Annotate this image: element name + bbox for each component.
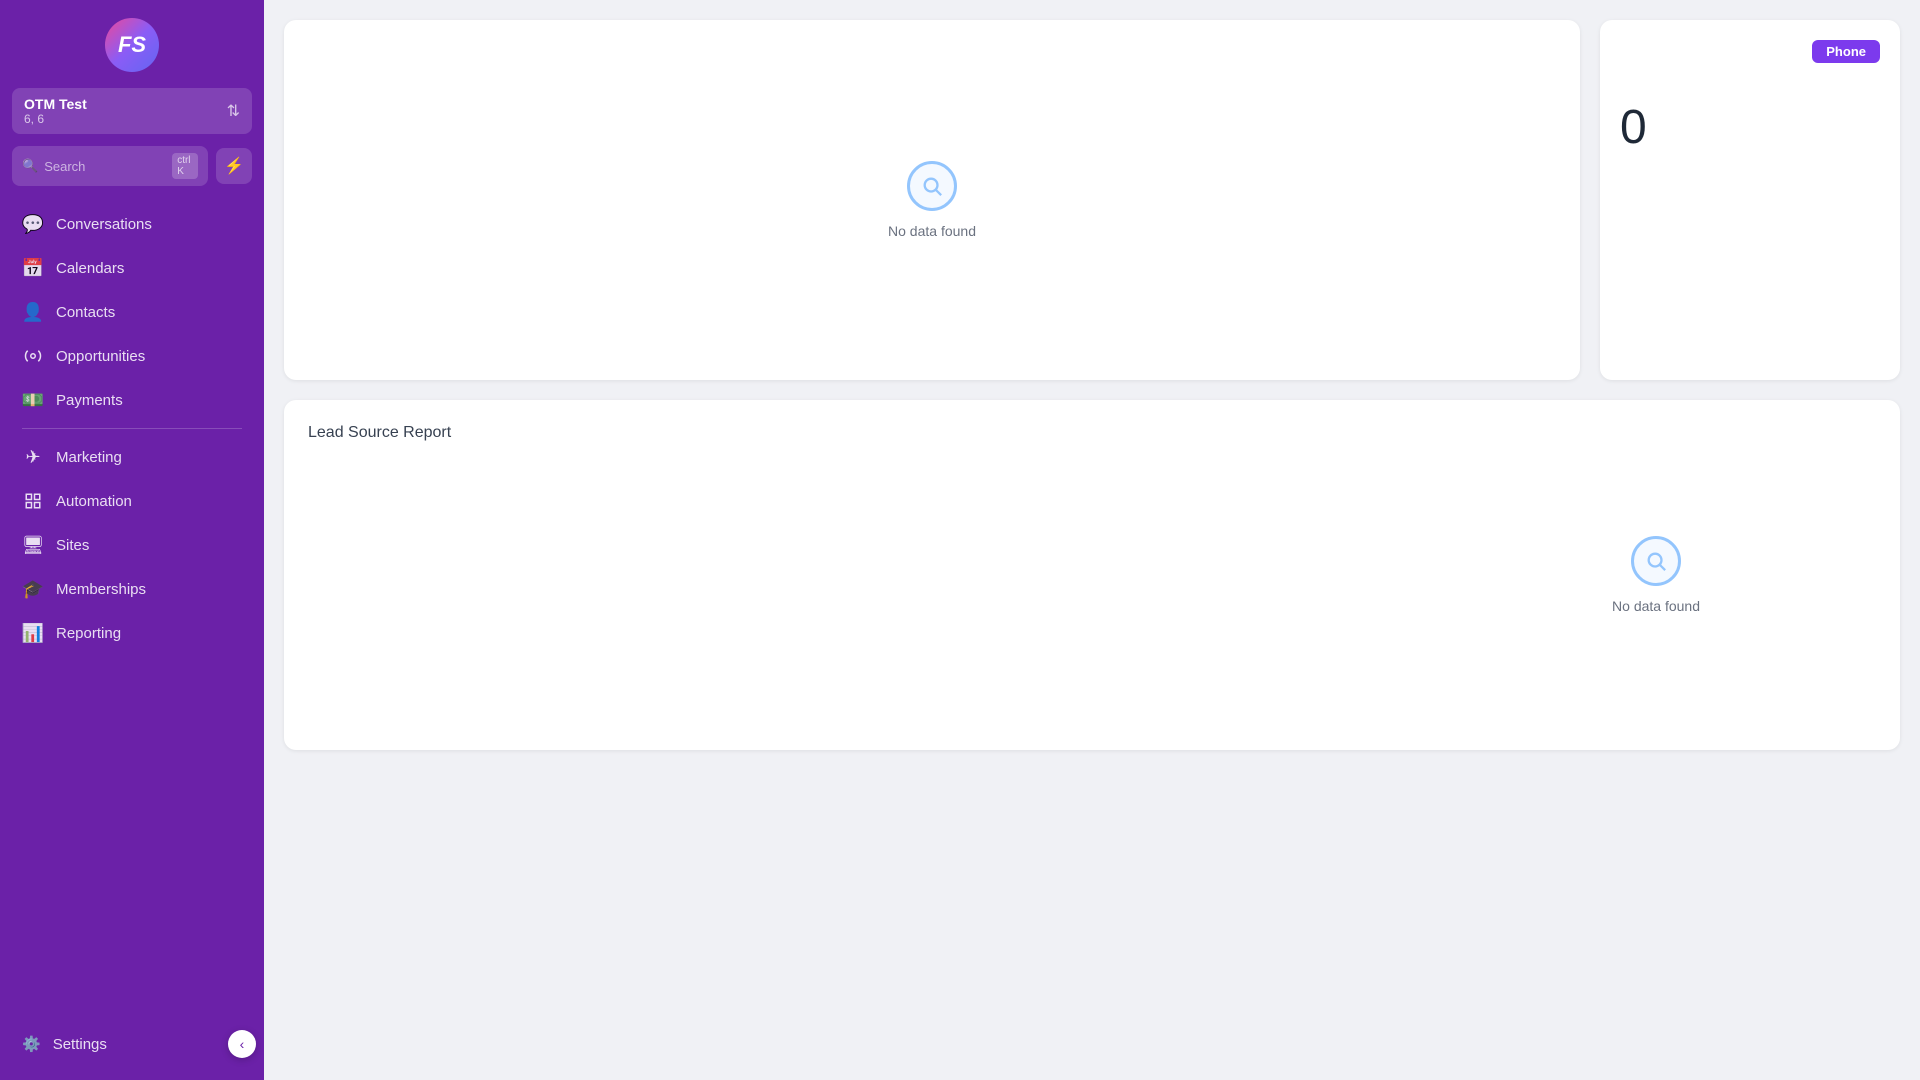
settings-icon: ⚙️ <box>22 1035 41 1053</box>
sidebar-item-contacts[interactable]: 👤 Contacts <box>8 290 256 334</box>
automation-icon <box>22 490 44 512</box>
sidebar-item-sites[interactable]: 🖥 Sites <box>8 523 256 567</box>
workspace-arrow-icon: ⇅ <box>227 101 240 121</box>
nav-divider-1 <box>22 428 242 429</box>
sidebar-item-memberships[interactable]: 🎓 Memberships <box>8 567 256 611</box>
sidebar-item-marketing[interactable]: ✈ Marketing <box>8 435 256 479</box>
phone-count: 0 <box>1620 100 1647 155</box>
search-shortcut: ctrl K <box>172 153 198 179</box>
workspace-sub: 6, 6 <box>24 112 87 126</box>
sites-label: Sites <box>56 537 89 554</box>
lead-no-data-label: No data found <box>1612 598 1700 614</box>
payments-icon: 💵 <box>22 389 44 411</box>
sidebar-item-calendars[interactable]: 📅 Calendars <box>8 246 256 290</box>
contacts-label: Contacts <box>56 304 115 321</box>
calendars-icon: 📅 <box>22 257 44 279</box>
reporting-icon: 📊 <box>22 622 44 644</box>
sidebar-item-opportunities[interactable]: Opportunities <box>8 334 256 378</box>
top-no-data: No data found <box>888 161 976 239</box>
side-phone-card: Phone 0 <box>1600 20 1900 380</box>
phone-badge: Phone <box>1812 40 1880 63</box>
lead-no-data: No data found <box>1612 536 1700 614</box>
memberships-label: Memberships <box>56 581 146 598</box>
memberships-icon: 🎓 <box>22 578 44 600</box>
search-input-wrap[interactable]: 🔍 ctrl K <box>12 146 208 186</box>
conversations-label: Conversations <box>56 216 152 233</box>
sidebar: FS OTM Test 6, 6 ⇅ 🔍 ctrl K ⚡ 💬 Conversa… <box>0 0 264 1080</box>
opportunities-icon <box>22 345 44 367</box>
top-chart-card: No data found <box>284 20 1580 380</box>
lead-no-data-icon <box>1631 536 1681 586</box>
workspace-info: OTM Test 6, 6 <box>24 96 87 126</box>
marketing-icon: ✈ <box>22 446 44 468</box>
opportunities-label: Opportunities <box>56 348 145 365</box>
top-no-data-label: No data found <box>888 223 976 239</box>
top-cards-row: No data found Phone 0 <box>284 20 1900 380</box>
calendars-label: Calendars <box>56 260 124 277</box>
marketing-label: Marketing <box>56 449 122 466</box>
contacts-icon: 👤 <box>22 301 44 323</box>
search-icon: 🔍 <box>22 158 38 174</box>
nav-items: 💬 Conversations 📅 Calendars 👤 Contacts O… <box>0 202 264 1014</box>
search-input[interactable] <box>44 159 166 174</box>
search-bar: 🔍 ctrl K ⚡ <box>12 146 252 186</box>
logo-avatar: FS <box>105 18 159 72</box>
reporting-label: Reporting <box>56 625 121 642</box>
workspace-selector[interactable]: OTM Test 6, 6 ⇅ <box>12 88 252 134</box>
automation-label: Automation <box>56 493 132 510</box>
lightning-button[interactable]: ⚡ <box>216 148 252 184</box>
sidebar-item-settings[interactable]: ⚙️ Settings <box>8 1024 228 1064</box>
conversations-icon: 💬 <box>22 213 44 235</box>
main-content: No data found Phone 0 Lead Source Report… <box>264 0 1920 1080</box>
top-no-data-icon <box>907 161 957 211</box>
sidebar-collapse-button[interactable]: ‹ <box>228 1030 256 1058</box>
sidebar-logo: FS <box>0 0 264 88</box>
lead-source-card: Lead Source Report No data found <box>284 400 1900 750</box>
sidebar-item-automation[interactable]: Automation <box>8 479 256 523</box>
sidebar-item-payments[interactable]: 💵 Payments <box>8 378 256 422</box>
workspace-name: OTM Test <box>24 96 87 112</box>
sites-icon: 🖥 <box>22 534 44 556</box>
payments-label: Payments <box>56 392 123 409</box>
sidebar-item-conversations[interactable]: 💬 Conversations <box>8 202 256 246</box>
sidebar-item-reporting[interactable]: 📊 Reporting <box>8 611 256 655</box>
settings-label: Settings <box>53 1036 107 1053</box>
lead-source-title: Lead Source Report <box>308 424 1876 442</box>
sidebar-bottom: ⚙️ Settings ‹ <box>0 1014 264 1080</box>
